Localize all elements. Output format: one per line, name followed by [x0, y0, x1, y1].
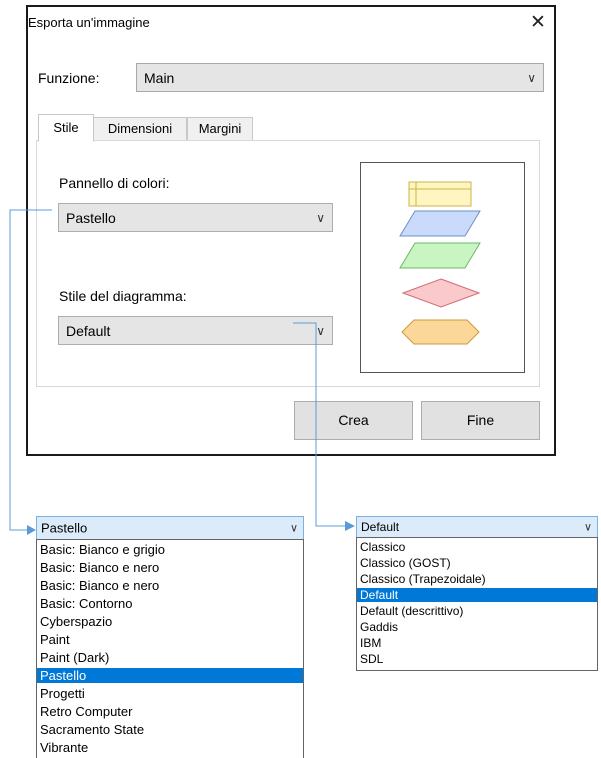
chevron-down-icon: ∨	[289, 522, 298, 535]
list-item[interactable]: Classico (Trapezoidale)	[357, 572, 597, 586]
palette-dropdown-header[interactable]: Pastello ∨	[36, 516, 304, 540]
process-rectangle-shape	[408, 181, 472, 207]
chevron-down-icon: ∨	[316, 210, 325, 225]
palette-select-value: Pastello	[66, 209, 116, 226]
list-item[interactable]: Paint (Dark)	[37, 650, 303, 665]
list-item[interactable]: Retro Computer	[37, 704, 303, 719]
diagram-style-select[interactable]: Default ∨	[58, 316, 333, 345]
dialog-title: Esporta un'immagine	[28, 15, 150, 30]
preview-shapes	[399, 181, 481, 345]
io-parallelogram-green	[399, 242, 481, 269]
chevron-down-icon: ∨	[527, 70, 536, 85]
list-item[interactable]: Sacramento State	[37, 722, 303, 737]
palette-connector-arrow	[27, 525, 36, 535]
style-dropdown-expanded: Default ∨ Classico Classico (GOST) Class…	[356, 516, 598, 671]
palette-dropdown-list: Basic: Bianco e grigio Basic: Bianco e n…	[36, 539, 304, 758]
list-item[interactable]: Classico	[357, 540, 597, 554]
function-label: Funzione:	[38, 70, 100, 86]
style-connector-arrow	[345, 521, 355, 531]
create-button[interactable]: Crea	[294, 401, 413, 440]
palette-select[interactable]: Pastello ∨	[58, 203, 333, 232]
tab-margini[interactable]: Margini	[187, 117, 253, 141]
palette-label: Pannello di colori:	[59, 175, 170, 191]
title-bar: Esporta un'immagine ✕	[28, 7, 554, 39]
diagram-style-label: Stile del diagramma:	[59, 288, 187, 304]
style-tab-panel: Pannello di colori: Pastello ∨ Stile del…	[36, 140, 540, 387]
tab-dimensioni[interactable]: Dimensioni	[93, 117, 187, 141]
chevron-down-icon: ∨	[316, 323, 325, 338]
function-select[interactable]: Main ∨	[136, 63, 544, 92]
diagram-preview	[360, 162, 525, 373]
list-item-selected[interactable]: Pastello	[37, 668, 303, 683]
list-item[interactable]: SDL	[357, 652, 597, 666]
list-item[interactable]: Basic: Bianco e grigio	[37, 542, 303, 557]
style-dropdown-value: Default	[361, 520, 400, 534]
style-dropdown-list: Classico Classico (GOST) Classico (Trape…	[356, 537, 598, 671]
finish-button[interactable]: Fine	[421, 401, 540, 440]
list-item[interactable]: Gaddis	[357, 620, 597, 634]
list-item[interactable]: Default (descrittivo)	[357, 604, 597, 618]
diagram-style-select-value: Default	[66, 322, 111, 339]
chevron-down-icon: ∨	[583, 521, 592, 534]
list-item[interactable]: Basic: Bianco e nero	[37, 560, 303, 575]
style-dropdown-header[interactable]: Default ∨	[356, 516, 598, 538]
list-item[interactable]: Basic: Contorno	[37, 596, 303, 611]
list-item[interactable]: Classico (GOST)	[357, 556, 597, 570]
function-select-value: Main	[144, 69, 175, 86]
list-item[interactable]: IBM	[357, 636, 597, 650]
export-image-dialog: Esporta un'immagine ✕ Funzione: Main ∨ S…	[26, 5, 556, 456]
io-parallelogram-blue	[399, 210, 481, 237]
list-item[interactable]: Basic: Bianco e nero	[37, 578, 303, 593]
palette-dropdown-expanded: Pastello ∨ Basic: Bianco e grigio Basic:…	[36, 516, 304, 758]
preparation-hexagon	[401, 319, 480, 345]
list-item[interactable]: Progetti	[37, 686, 303, 701]
close-icon[interactable]: ✕	[528, 13, 548, 33]
list-item-selected[interactable]: Default	[357, 588, 597, 602]
tab-stile[interactable]: Stile	[38, 114, 94, 142]
list-item[interactable]: Cyberspazio	[37, 614, 303, 629]
list-item[interactable]: Vibrante	[37, 740, 303, 755]
decision-diamond	[401, 278, 481, 308]
palette-dropdown-value: Pastello	[41, 520, 88, 536]
list-item[interactable]: Paint	[37, 632, 303, 647]
